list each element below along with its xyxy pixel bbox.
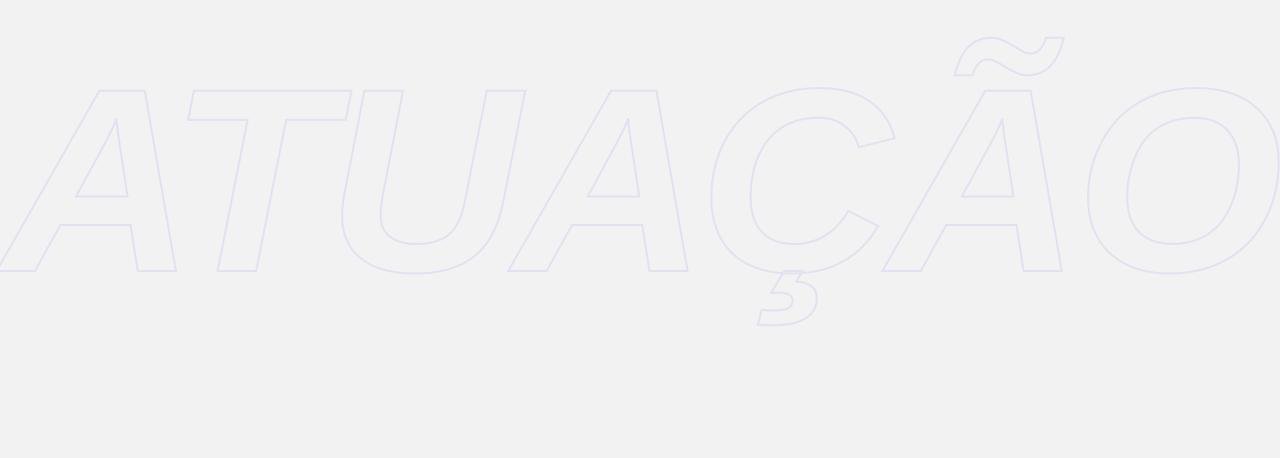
- outline-heading-svg: ATUAÇÃO: [0, 33, 1280, 329]
- outline-heading: ATUAÇÃO: [0, 0, 1280, 458]
- heading-text: ATUAÇÃO: [0, 34, 1280, 328]
- hero-section: ATUAÇÃO: [0, 0, 1280, 458]
